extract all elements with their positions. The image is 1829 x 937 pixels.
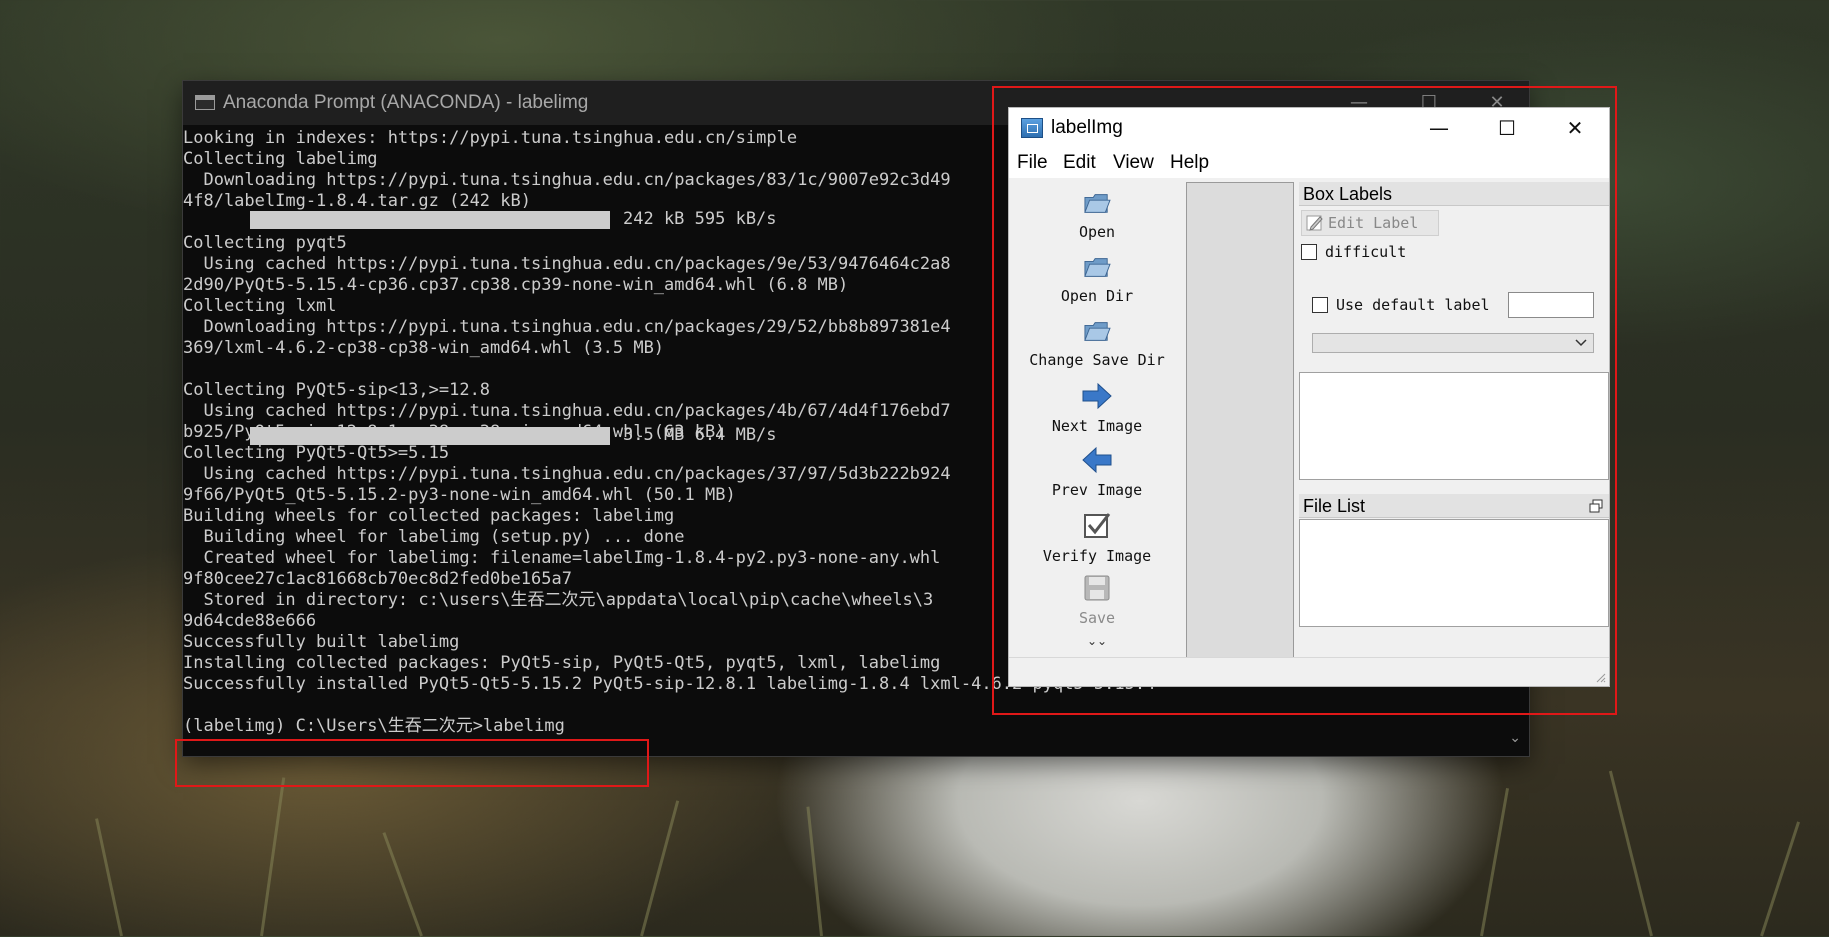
- floppy-disk-icon: [1084, 575, 1110, 601]
- labelimg-maximize-button[interactable]: ☐: [1473, 108, 1541, 148]
- menu-help[interactable]: Help: [1170, 152, 1209, 174]
- download-progress-bar: [250, 211, 610, 229]
- edit-pencil-icon: [1306, 215, 1323, 231]
- terminal-line: 9f66/PyQt5_Qt5-5.15.2-py3-none-win_amd64…: [183, 485, 736, 505]
- right-dock: Box Labels Edit Label difficult Use defa…: [1299, 182, 1609, 658]
- change-save-dir-label: Change Save Dir: [1029, 351, 1165, 369]
- save-label: Save: [1078, 609, 1116, 627]
- terminal-line: Stored in directory: c:\users\生吞二次元\appd…: [183, 590, 934, 610]
- arrow-left-icon: [1082, 446, 1112, 474]
- labelimg-app-icon: [1021, 118, 1043, 138]
- open-button[interactable]: Open: [1009, 190, 1185, 241]
- terminal-line: Using cached https://pypi.tuna.tsinghua.…: [183, 464, 951, 484]
- label-list[interactable]: [1299, 372, 1609, 480]
- terminal-title: Anaconda Prompt (ANACONDA) - labelimg: [223, 92, 589, 113]
- grass-blade: [1480, 788, 1510, 937]
- prompt-highlight-box: [175, 739, 649, 787]
- open-dir-label: Open Dir: [1060, 287, 1134, 305]
- download-progress-bar: [250, 427, 610, 445]
- label-combo-box[interactable]: [1312, 333, 1594, 353]
- folder-icon: [1084, 322, 1111, 341]
- grass-blade: [640, 800, 680, 937]
- folder-icon: [1084, 194, 1111, 213]
- labelimg-minimize-button[interactable]: —: [1405, 108, 1473, 148]
- labelimg-close-button[interactable]: ✕: [1541, 108, 1609, 148]
- verify-image-button[interactable]: Verify Image: [1009, 510, 1185, 565]
- labelimg-window[interactable]: labelImg — ☐ ✕ File Edit View Help Open …: [1009, 108, 1609, 686]
- grass-blade: [1608, 770, 1653, 937]
- progress-text: 3.5 MB 6.4 MB/s: [623, 425, 777, 445]
- terminal-line: 4f8/labelImg-1.8.4.tar.gz (242 kB): [183, 191, 531, 211]
- grass-blade: [382, 832, 423, 937]
- prev-image-label: Prev Image: [1051, 481, 1143, 499]
- console-icon: [195, 95, 215, 110]
- terminal-line: Using cached https://pypi.tuna.tsinghua.…: [183, 401, 951, 421]
- labelimg-titlebar[interactable]: labelImg — ☐ ✕: [1009, 108, 1609, 148]
- next-image-button[interactable]: Next Image: [1009, 382, 1185, 435]
- save-button[interactable]: Save: [1009, 574, 1185, 627]
- terminal-line: Using cached https://pypi.tuna.tsinghua.…: [183, 254, 951, 274]
- tools-toolbar: Open Open Dir Change Save Dir Next Image: [1009, 182, 1185, 656]
- terminal-line: Downloading https://pypi.tuna.tsinghua.e…: [183, 170, 951, 190]
- file-list[interactable]: [1299, 519, 1609, 627]
- terminal-line: Collecting labelimg: [183, 149, 378, 169]
- resize-grip-icon[interactable]: [1594, 671, 1606, 683]
- terminal-line: Collecting pyqt5: [183, 233, 347, 253]
- terminal-line: Building wheels for collected packages: …: [183, 506, 675, 526]
- use-default-label-label: Use default label: [1336, 296, 1490, 314]
- menu-view[interactable]: View: [1113, 152, 1154, 174]
- terminal-line: Looking in indexes: https://pypi.tuna.ts…: [183, 128, 798, 148]
- folder-icon: [1084, 258, 1111, 277]
- status-bar: [1009, 657, 1609, 686]
- change-save-dir-button[interactable]: Change Save Dir: [1009, 318, 1185, 369]
- terminal-line: Building wheel for labelimg (setup.py) .…: [183, 527, 685, 547]
- chevron-double-down-icon: ⌄⌄: [1086, 634, 1108, 648]
- terminal-line: Downloading https://pypi.tuna.tsinghua.e…: [183, 317, 951, 337]
- scroll-down-icon[interactable]: ⌄: [1509, 730, 1521, 746]
- difficult-checkbox[interactable]: [1301, 244, 1317, 260]
- grass-blade: [806, 806, 823, 937]
- terminal-line: Successfully built labelimg: [183, 632, 460, 652]
- grass-blade: [95, 818, 123, 937]
- menu-file[interactable]: File: [1017, 152, 1048, 174]
- chevron-down-icon: [1575, 339, 1587, 347]
- verify-image-label: Verify Image: [1042, 547, 1152, 565]
- terminal-line: (labelimg) C:\Users\生吞二次元>labelimg: [183, 716, 565, 736]
- open-dir-button[interactable]: Open Dir: [1009, 254, 1185, 305]
- checkbox-checked-icon: [1084, 513, 1111, 538]
- arrow-right-icon: [1082, 382, 1112, 410]
- box-labels-title: Box Labels: [1299, 182, 1609, 206]
- difficult-label: difficult: [1325, 243, 1407, 261]
- labelimg-title: labelImg: [1051, 117, 1123, 138]
- default-label-input[interactable]: [1508, 292, 1594, 318]
- terminal-line: Collecting lxml: [183, 296, 337, 316]
- terminal-line: 2d90/PyQt5-5.15.4-cp36.cp37.cp38.cp39-no…: [183, 275, 849, 295]
- terminal-line: 369/lxml-4.6.2-cp38-cp38-win_amd64.whl (…: [183, 338, 665, 358]
- float-dock-icon[interactable]: [1589, 499, 1603, 513]
- edit-label-text: Edit Label: [1328, 214, 1419, 232]
- grass-blade: [260, 777, 286, 937]
- terminal-line: 9f80cee27c1ac81668cb70ec8d2fed0be165a7: [183, 569, 572, 589]
- edit-label-button[interactable]: Edit Label: [1301, 210, 1439, 236]
- next-image-label: Next Image: [1051, 417, 1143, 435]
- terminal-line: Collecting PyQt5-sip<13,>=12.8: [183, 380, 491, 400]
- prev-image-button[interactable]: Prev Image: [1009, 446, 1185, 499]
- terminal-line: Installing collected packages: PyQt5-sip…: [183, 653, 941, 673]
- file-list-title: File List: [1299, 494, 1609, 518]
- open-label: Open: [1078, 223, 1116, 241]
- image-canvas[interactable]: [1186, 182, 1294, 658]
- menu-bar: File Edit View Help: [1009, 148, 1609, 178]
- progress-text: 242 kB 595 kB/s: [623, 209, 777, 229]
- menu-edit[interactable]: Edit: [1063, 152, 1096, 174]
- terminal-line: 9d64cde88e666: [183, 611, 317, 631]
- grass-blade: [1760, 821, 1801, 937]
- use-default-label-checkbox[interactable]: [1312, 297, 1328, 313]
- toolbar-more-button[interactable]: ⌄⌄: [1009, 634, 1185, 648]
- terminal-line: Collecting PyQt5-Qt5>=5.15: [183, 443, 450, 463]
- terminal-line: Created wheel for labelimg: filename=lab…: [183, 548, 941, 568]
